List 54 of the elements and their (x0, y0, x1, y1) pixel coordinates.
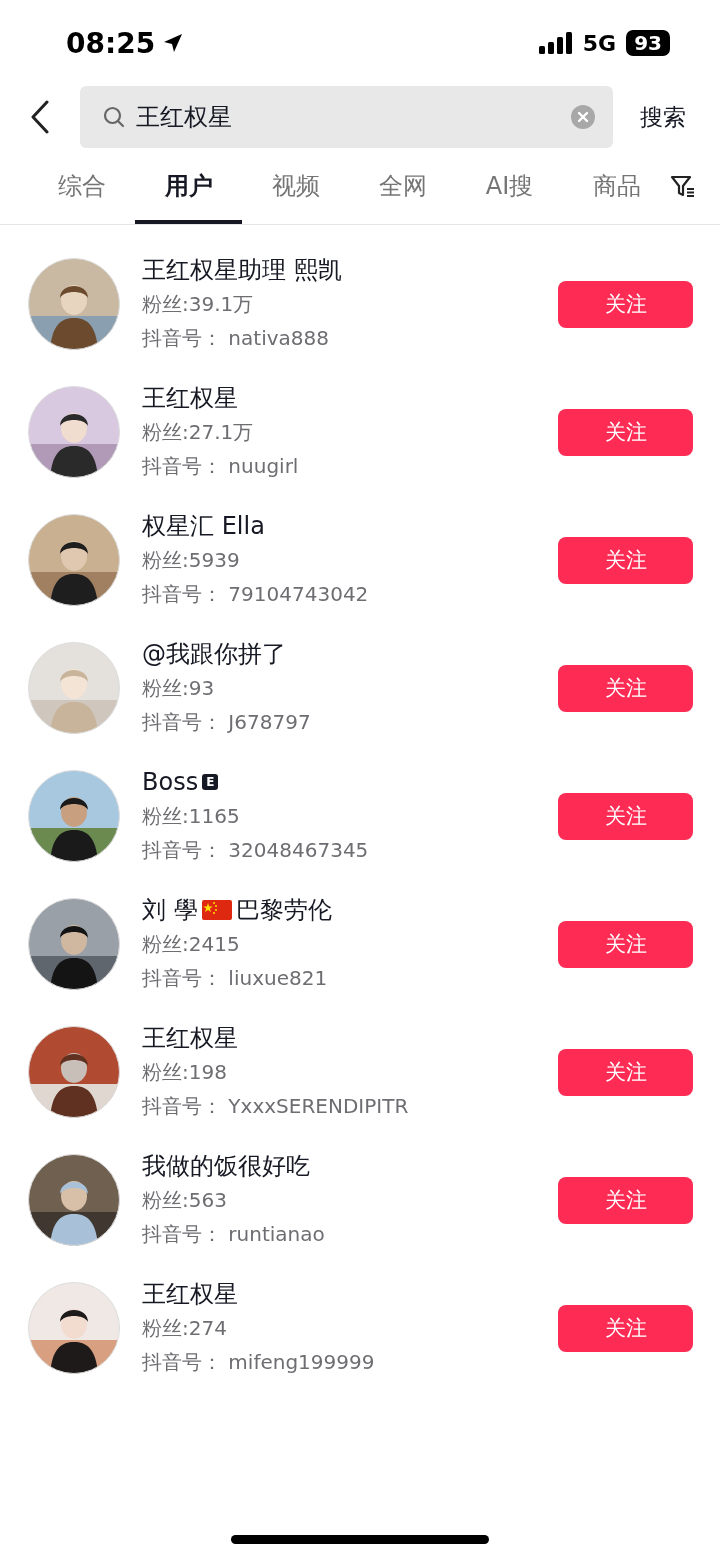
search-bar[interactable]: 王红权星 (80, 86, 613, 148)
user-name: 王红权星 (142, 1023, 238, 1053)
network-label: 5G (582, 30, 617, 56)
douyin-id: 抖音号： 32048467345 (142, 837, 370, 864)
user-name: @我跟你拼了 (142, 639, 286, 669)
follow-button[interactable]: 关注 (558, 280, 693, 328)
search-button[interactable]: 搜索 (640, 101, 686, 133)
douyin-id: 抖音号： YxxxSERENDIPITR (142, 1093, 410, 1120)
douyin-id: 抖音号： nativa888 (142, 325, 330, 352)
tab[interactable]: 视频 (242, 148, 349, 224)
follow-button[interactable]: 关注 (558, 536, 693, 584)
follow-button[interactable]: 关注 (558, 408, 693, 456)
tab[interactable]: AI搜 (456, 148, 563, 224)
tab[interactable]: 综合 (28, 148, 135, 224)
user-name: 我做的饭很好吃 (142, 1151, 310, 1181)
battery-level: 93 (626, 30, 670, 56)
follower-count: 粉丝:563 (142, 1187, 228, 1214)
follow-button[interactable]: 关注 (558, 664, 693, 712)
tab[interactable]: 商品 (563, 148, 670, 224)
douyin-id: 抖音号： nuugirl (142, 453, 300, 480)
follower-count: 粉丝:5939 (142, 547, 241, 574)
filter-icon[interactable] (670, 174, 696, 198)
douyin-id: 抖音号： mifeng199999 (142, 1349, 376, 1376)
status-time: 08:25 (66, 26, 156, 60)
follower-count: 粉丝:274 (142, 1315, 228, 1342)
badge: E (202, 774, 219, 790)
tab[interactable]: 用户 (135, 148, 242, 224)
tab[interactable]: 全网 (349, 148, 456, 224)
follow-button[interactable]: 关注 (558, 1304, 693, 1352)
back-icon[interactable] (30, 100, 50, 134)
follow-button[interactable]: 关注 (558, 792, 693, 840)
user-name: Boss (142, 767, 199, 797)
follow-button[interactable]: 关注 (558, 920, 693, 968)
douyin-id: 抖音号： J678797 (142, 709, 312, 736)
user-name: 王红权星 (142, 383, 238, 413)
user-name: 刘 學 (142, 895, 198, 925)
douyin-id: 抖音号： runtianao (142, 1221, 326, 1248)
search-input[interactable]: 王红权星 (136, 103, 571, 131)
follower-count: 粉丝:39.1万 (142, 291, 255, 318)
follower-count: 粉丝:1165 (142, 803, 241, 830)
follower-count: 粉丝:27.1万 (142, 419, 255, 446)
signal-icon (538, 32, 573, 54)
douyin-id: 抖音号： liuxue821 (142, 965, 329, 992)
follower-count: 粉丝:198 (142, 1059, 228, 1086)
follow-button[interactable]: 关注 (558, 1176, 693, 1224)
user-name: 王红权星助理 熙凯 (142, 255, 342, 285)
user-name-suffix: 巴黎劳伦 (235, 895, 332, 925)
douyin-id: 抖音号： 79104743042 (142, 581, 370, 608)
follower-count: 粉丝:2415 (142, 931, 241, 958)
follow-button[interactable]: 关注 (558, 1048, 693, 1096)
user-name: 权星汇 Ella (142, 511, 265, 541)
search-icon (102, 105, 126, 129)
user-name: 王红权星 (142, 1279, 238, 1309)
follower-count: 粉丝:93 (142, 675, 216, 702)
